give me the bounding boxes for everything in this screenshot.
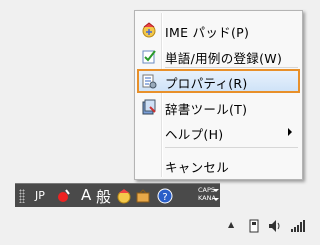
ime-context-menu: IME パッド(P) 単語/用例の登録(W) プロパティ(R) 辞書ツール(T)…	[134, 10, 303, 180]
show-hidden-icons-icon[interactable]: ▲	[228, 220, 234, 229]
svg-text:?: ?	[162, 192, 167, 203]
menu-separator	[165, 67, 298, 68]
network-signal-icon[interactable]	[290, 219, 306, 233]
langbar-options-arrow-icon[interactable]	[213, 189, 219, 192]
ime-status-icon[interactable]	[56, 188, 72, 204]
input-mode-indicator[interactable]: A	[81, 186, 91, 204]
tool-box-icon[interactable]	[135, 188, 151, 204]
help-icon[interactable]: ?	[157, 188, 173, 204]
submenu-arrow-icon	[288, 128, 292, 136]
menu-item-dictionary-tool[interactable]: 辞書ツール(T)	[137, 95, 300, 119]
menu-item-label: ヘルプ(H)	[165, 127, 224, 142]
langbar-minimize-arrow-icon[interactable]	[213, 198, 219, 201]
langbar-grip[interactable]	[19, 189, 25, 203]
word-register-icon	[142, 50, 156, 64]
menu-item-label: プロパティ(R)	[165, 76, 248, 91]
properties-icon	[142, 74, 157, 89]
ime-pad-icon[interactable]	[116, 188, 132, 204]
menu-item-help[interactable]: ヘルプ(H)	[137, 120, 300, 144]
menu-item-label: 辞書ツール(T)	[165, 102, 248, 117]
dictionary-tool-icon	[142, 99, 156, 115]
menu-item-cancel[interactable]: キャンセル	[137, 153, 300, 177]
action-center-icon[interactable]	[248, 219, 260, 233]
menu-item-properties[interactable]: プロパティ(R)	[137, 69, 300, 93]
language-bar: JP A 般 ? CAPS KANA	[15, 183, 220, 207]
menu-item-ime-pad[interactable]: IME パッド(P)	[137, 18, 300, 42]
language-indicator[interactable]: JP	[35, 189, 45, 202]
ime-pad-icon	[142, 22, 156, 38]
menu-separator	[165, 147, 298, 148]
menu-item-label: IME パッド(P)	[165, 25, 250, 40]
menu-item-label: 単語/用例の登録(W)	[165, 51, 283, 66]
menu-item-word-register[interactable]: 単語/用例の登録(W)	[137, 44, 300, 68]
conversion-mode-indicator[interactable]: 般	[96, 186, 111, 207]
volume-icon[interactable]	[268, 219, 282, 233]
taskbar: ▲	[0, 208, 320, 245]
menu-item-label: キャンセル	[165, 160, 230, 175]
